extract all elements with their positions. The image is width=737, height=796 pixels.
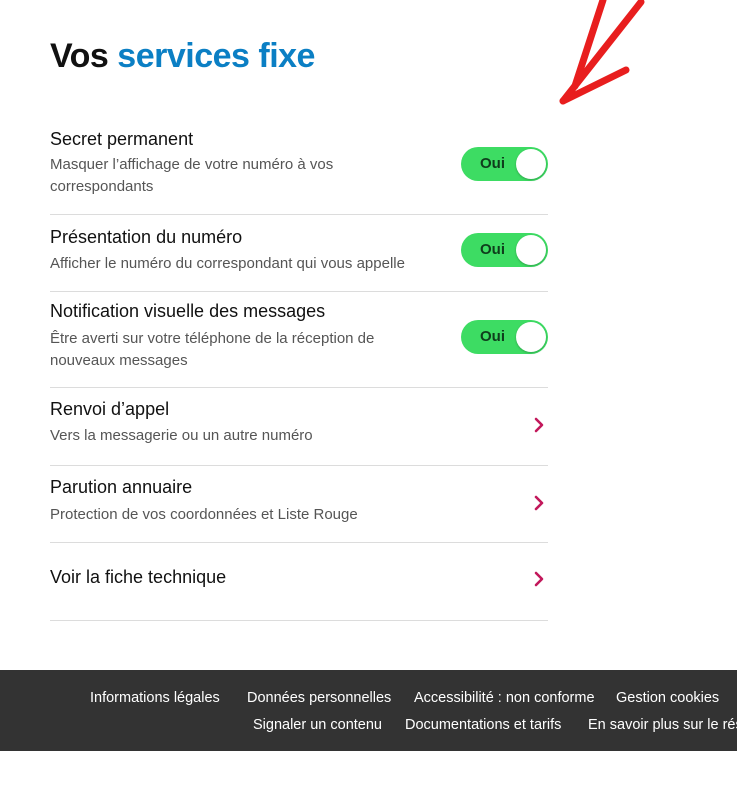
toggle-label: Oui [480, 328, 505, 345]
service-row-parution-annuaire[interactable]: Parution annuaire Protection de vos coor… [50, 466, 548, 543]
secret-permanent-toggle[interactable]: Oui [461, 147, 548, 181]
page-title-accent: services fixe [117, 37, 315, 75]
service-description: Être averti sur votre téléphone de la ré… [50, 330, 375, 369]
service-name: Présentation du numéro [50, 227, 243, 247]
service-name: Voir la fiche technique [50, 567, 227, 587]
presentation-numero-toggle[interactable]: Oui [461, 233, 548, 267]
toggle-knob [516, 322, 546, 352]
footer-link-informations-legales[interactable]: Informations légales [90, 688, 220, 708]
toggle-knob [516, 235, 546, 265]
service-row-secret-permanent: Secret permanent Masquer l’affichage de … [50, 115, 548, 215]
service-description: Masquer l’affichage de votre numéro à vo… [50, 156, 334, 195]
service-row-fiche-technique[interactable]: Voir la fiche technique [50, 543, 548, 621]
toggle-label: Oui [480, 241, 505, 258]
footer-link-en-savoir-plus-reseau[interactable]: En savoir plus sur le réseau [588, 715, 737, 735]
footer-link-donnees-personnelles[interactable]: Données personnelles [247, 688, 391, 708]
services-list: Secret permanent Masquer l’affichage de … [50, 115, 548, 621]
footer-link-signaler-contenu[interactable]: Signaler un contenu [253, 715, 382, 735]
chevron-right-icon[interactable] [532, 494, 546, 512]
footer: Informations légales Données personnelle… [0, 670, 737, 751]
service-name: Notification visuelle des messages [50, 301, 326, 321]
notification-visuelle-toggle[interactable]: Oui [461, 320, 548, 354]
footer-link-accessibilite[interactable]: Accessibilité : non conforme [414, 688, 595, 708]
page-title-part1: Vos [50, 37, 109, 75]
service-name: Secret permanent [50, 129, 194, 149]
chevron-right-icon[interactable] [532, 416, 546, 434]
toggle-knob [516, 149, 546, 179]
page: Vos services fixe Secret permanent Masqu… [0, 0, 737, 796]
service-row-presentation-numero: Présentation du numéro Afficher le numér… [50, 215, 548, 292]
service-row-notification-visuelle: Notification visuelle des messages Être … [50, 292, 548, 388]
page-title: Vos services fixe [50, 34, 315, 78]
service-description: Afficher le numéro du correspondant qui … [50, 255, 405, 272]
service-description: Protection de vos coordonnées et Liste R… [50, 506, 358, 523]
toggle-label: Oui [480, 155, 505, 172]
service-name: Renvoi d’appel [50, 399, 170, 419]
footer-link-gestion-cookies[interactable]: Gestion cookies [616, 688, 719, 708]
service-name: Parution annuaire [50, 477, 193, 497]
chevron-right-icon[interactable] [532, 570, 546, 588]
footer-link-documentations-tarifs[interactable]: Documentations et tarifs [405, 715, 561, 735]
service-description: Vers la messagerie ou un autre numéro [50, 427, 313, 444]
service-row-renvoi-appel[interactable]: Renvoi d’appel Vers la messagerie ou un … [50, 388, 548, 466]
